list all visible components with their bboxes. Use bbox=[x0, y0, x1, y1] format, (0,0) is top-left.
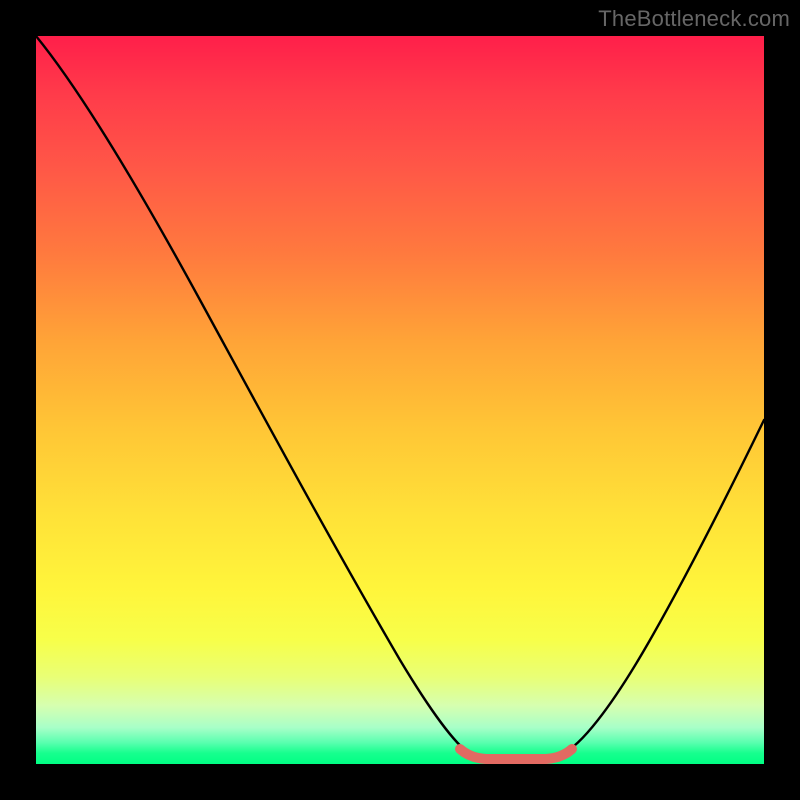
optimal-range-marker bbox=[460, 749, 572, 759]
bottleneck-curve bbox=[36, 36, 764, 760]
watermark-text: TheBottleneck.com bbox=[598, 6, 790, 32]
series-group bbox=[36, 36, 764, 760]
chart-frame: TheBottleneck.com bbox=[0, 0, 800, 800]
chart-svg bbox=[0, 0, 800, 800]
